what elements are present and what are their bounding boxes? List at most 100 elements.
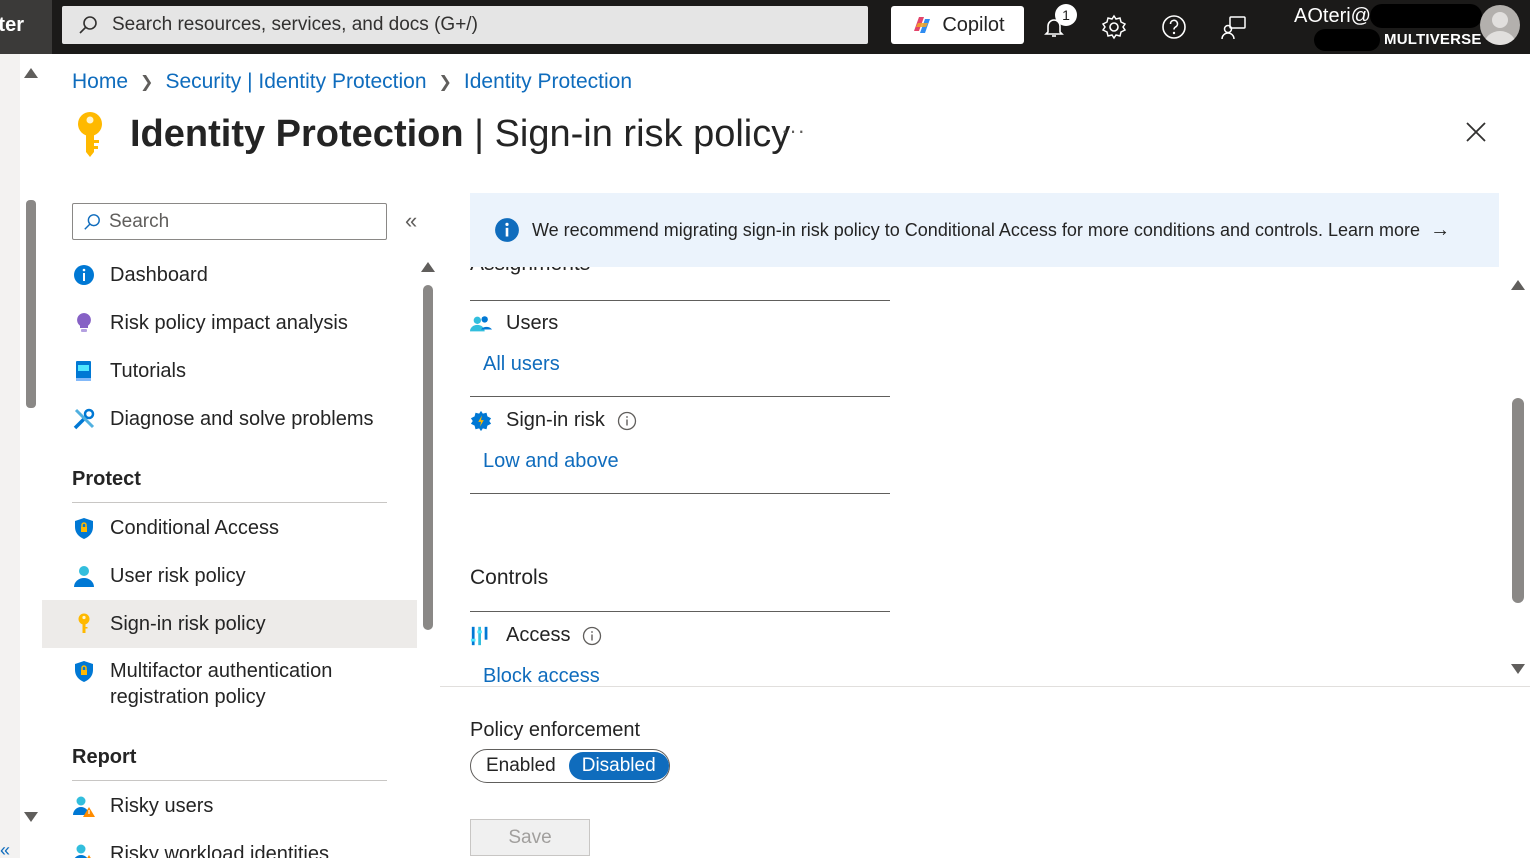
notification-badge: 1 <box>1055 4 1077 26</box>
content-scroll-thumb[interactable] <box>1512 398 1524 603</box>
nav-item-label: Conditional Access <box>110 516 279 539</box>
user-icon <box>74 566 94 587</box>
help-button[interactable] <box>1157 10 1191 44</box>
more-options-button[interactable]: ··· <box>781 118 806 144</box>
chevron-right-icon: ❯ <box>438 74 452 91</box>
access-controls-icon <box>470 626 488 645</box>
gear-icon <box>1101 14 1127 40</box>
info-icon <box>495 218 519 242</box>
book-icon <box>76 361 91 381</box>
nav-item-risky-workload-identities[interactable]: Risky workload identities <box>42 830 417 858</box>
key-icon <box>78 112 102 157</box>
breadcrumb-home[interactable]: Home <box>72 70 128 94</box>
scroll-up-arrow[interactable] <box>24 68 38 78</box>
policy-enforcement-toggle[interactable]: Enabled Disabled <box>470 749 670 783</box>
nav-item-diagnose-and-solve-problems[interactable]: Diagnose and solve problems <box>42 395 417 443</box>
policy-enforcement-label: Policy enforcement <box>470 719 641 741</box>
page-title: Identity Protection | Sign-in risk polic… <box>130 112 791 155</box>
account-name[interactable]: AOteri@ <box>1294 5 1371 28</box>
controls-heading: Controls <box>470 566 549 589</box>
wrench-icon <box>73 408 95 430</box>
nav-divider <box>72 780 387 781</box>
toggle-option-disabled[interactable]: Disabled <box>568 752 669 780</box>
nav-item-label: Sign-in risk policy <box>110 612 266 635</box>
copilot-button[interactable]: Copilot <box>891 6 1024 44</box>
section-divider <box>470 396 890 397</box>
search-icon <box>84 213 100 230</box>
collapse-menu-icon[interactable]: « <box>405 208 417 234</box>
nav-divider <box>72 502 387 503</box>
portal-sidebar-strip <box>0 54 20 858</box>
breadcrumb-security-identity-protection[interactable]: Security | Identity Protection <box>165 70 426 94</box>
nav-item-label: Multifactor authentication registration … <box>110 660 333 708</box>
close-icon[interactable] <box>1464 120 1488 144</box>
recommendation-banner[interactable]: We recommend migrating sign-in risk poli… <box>470 193 1499 267</box>
nav-search-input[interactable]: Search <box>72 203 387 240</box>
access-label: Access <box>506 624 571 646</box>
page-header: Identity Protection | Sign-in risk polic… <box>72 110 790 158</box>
nav-item-conditional-access[interactable]: Conditional Access <box>42 504 417 552</box>
redacted-block <box>1370 4 1482 28</box>
expand-portal-menu-icon[interactable]: « <box>0 840 10 858</box>
shield-icon <box>75 518 93 539</box>
scroll-thumb[interactable] <box>26 200 36 408</box>
nav-item-user-risk-policy[interactable]: User risk policy <box>42 552 417 600</box>
info-tooltip-icon[interactable] <box>617 411 637 431</box>
nav-search-placeholder: Search <box>109 210 170 232</box>
nav-item-label: User risk policy <box>110 564 246 587</box>
access-value-link[interactable]: Block access <box>483 665 600 688</box>
nav-item-mfa-registration-policy[interactable]: Multifactor authentication registration … <box>42 655 417 713</box>
nav-item-risk-policy-impact-analysis[interactable]: Risk policy impact analysis <box>42 299 417 347</box>
breadcrumb: Home ❯ Security | Identity Protection ❯ … <box>72 70 632 94</box>
nav-item-label: Risky workload identities <box>110 842 329 858</box>
toggle-option-enabled[interactable]: Enabled <box>473 752 569 780</box>
nav-item-sign-in-risk-policy[interactable]: Sign-in risk policy <box>42 600 417 648</box>
feedback-icon <box>1221 16 1246 40</box>
users-icon <box>470 315 492 331</box>
content-scroll-up-arrow[interactable] <box>1511 280 1525 290</box>
global-search-input[interactable]: Search resources, services, and docs (G+… <box>62 6 868 44</box>
save-button[interactable]: Save <box>470 819 590 856</box>
nav-item-label: Tutorials <box>110 359 186 382</box>
avatar[interactable] <box>1480 5 1520 45</box>
risk-gear-icon <box>470 410 492 431</box>
signin-risk-value-link[interactable]: Low and above <box>483 450 619 473</box>
banner-text: We recommend migrating sign-in risk poli… <box>532 219 1421 240</box>
nav-section-protect: Protect <box>72 468 141 490</box>
risky-workload-icon <box>74 844 91 858</box>
redacted-block <box>1314 29 1380 51</box>
nav-scroll-up-arrow[interactable] <box>421 262 435 272</box>
footer-divider <box>440 686 1530 687</box>
access-row: Access <box>470 624 602 647</box>
feedback-button[interactable] <box>1217 10 1251 44</box>
signin-risk-row: Sign-in risk <box>470 409 637 432</box>
help-icon <box>1162 15 1186 39</box>
signin-risk-label: Sign-in risk <box>506 409 605 431</box>
nav-item-label: Risk policy impact analysis <box>110 311 348 334</box>
page-scrollbar[interactable] <box>20 54 42 858</box>
top-bar: ter Search resources, services, and docs… <box>0 0 1530 54</box>
nav-item-label: Diagnose and solve problems <box>110 407 374 430</box>
portal-brand[interactable]: ter <box>0 0 52 54</box>
nav-item-tutorials[interactable]: Tutorials <box>42 347 417 395</box>
search-placeholder: Search resources, services, and docs (G+… <box>112 14 478 35</box>
arrow-right-icon[interactable]: → <box>1430 219 1450 242</box>
settings-button[interactable] <box>1097 10 1131 44</box>
copilot-icon <box>914 17 931 33</box>
search-icon <box>79 16 97 34</box>
info-tooltip-icon[interactable] <box>582 626 602 646</box>
info-icon <box>74 265 94 285</box>
section-divider <box>470 611 890 612</box>
nav-item-dashboard[interactable]: Dashboard <box>42 251 417 299</box>
users-value-link[interactable]: All users <box>483 353 560 376</box>
section-divider <box>470 493 890 494</box>
chevron-right-icon: ❯ <box>140 74 154 91</box>
nav-scroll-thumb[interactable] <box>423 285 433 630</box>
breadcrumb-identity-protection[interactable]: Identity Protection <box>464 70 632 94</box>
nav-section-report: Report <box>72 746 137 768</box>
nav-item-risky-users[interactable]: Risky users <box>42 782 417 830</box>
content-scroll-down-arrow[interactable] <box>1511 664 1525 674</box>
scroll-down-arrow[interactable] <box>24 812 38 822</box>
account-directory: MULTIVERSE <box>1384 31 1482 48</box>
key-icon <box>78 613 90 633</box>
